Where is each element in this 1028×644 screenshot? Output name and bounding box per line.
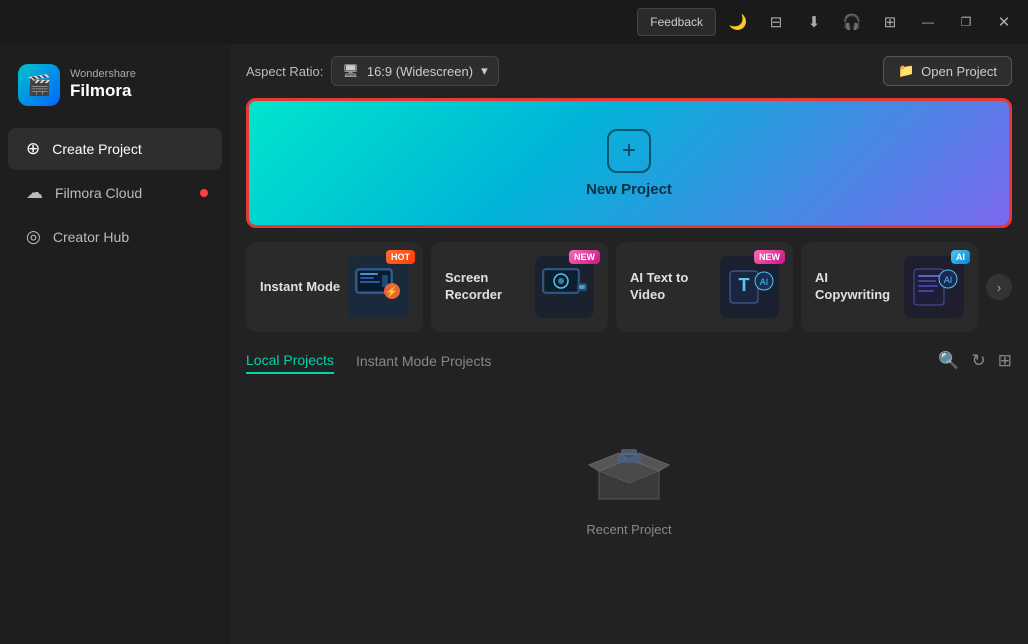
instant-mode-img: ⚡ <box>347 256 409 318</box>
svg-text:T: T <box>738 275 749 295</box>
tab-instant-mode-projects[interactable]: Instant Mode Projects <box>356 349 491 373</box>
tool-card-ai-copywriting[interactable]: AI Copywriting AI AI <box>801 242 978 332</box>
open-project-button[interactable]: 📁 Open Project <box>883 56 1012 86</box>
ai-text-video-img: T AI <box>720 256 779 318</box>
theme-toggle-icon[interactable]: 🌙 <box>722 6 754 38</box>
grid-view-icon[interactable]: ⊞ <box>998 351 1012 371</box>
close-button[interactable]: ✕ <box>988 6 1020 38</box>
screen-recorder-img <box>535 256 594 318</box>
projects-tabs: Local Projects Instant Mode Projects 🔍 ↻… <box>246 348 1012 374</box>
monitor-icon: 🖥 <box>342 63 359 79</box>
sidebar: 🎬 Wondershare Filmora ⊕ Create Project ☁… <box>0 44 230 644</box>
notification-dot <box>200 189 208 197</box>
download-icon[interactable]: ⬇ <box>798 6 830 38</box>
empty-label: Recent Project <box>586 522 671 537</box>
top-bar: Aspect Ratio: 🖥 16:9 (Widescreen) ▾ 📁 Op… <box>246 56 1012 86</box>
tool-name: Screen Recorder <box>445 270 535 304</box>
folder-icon: 📁 <box>898 63 914 79</box>
refresh-icon[interactable]: ↻ <box>972 351 986 371</box>
sidebar-item-filmora-cloud[interactable]: ☁ Filmora Cloud <box>8 172 222 214</box>
tab-local-projects[interactable]: Local Projects <box>246 348 334 374</box>
sidebar-item-creator-hub[interactable]: ◎ Creator Hub <box>8 216 222 258</box>
grid-icon[interactable]: ⊞ <box>874 6 906 38</box>
ai-copywriting-img: AI <box>904 256 964 318</box>
sidebar-item-label: Creator Hub <box>53 229 129 245</box>
tool-name: AI Text to Video <box>630 270 720 304</box>
main-content: Aspect Ratio: 🖥 16:9 (Widescreen) ▾ 📁 Op… <box>230 44 1028 644</box>
aspect-ratio-value: 16:9 (Widescreen) <box>367 64 473 79</box>
support-icon[interactable]: 🎧 <box>836 6 868 38</box>
new-project-plus-icon: + <box>607 129 651 173</box>
svg-text:AI: AI <box>759 277 768 287</box>
aspect-ratio-group: Aspect Ratio: 🖥 16:9 (Widescreen) ▾ <box>246 56 499 86</box>
logo-icon: 🎬 <box>18 64 60 106</box>
search-icon[interactable]: 🔍 <box>938 351 959 371</box>
svg-text:AI: AI <box>944 275 953 285</box>
tool-badge-new: NEW <box>569 250 600 264</box>
feedback-button[interactable]: Feedback <box>637 8 716 36</box>
sidebar-logo: 🎬 Wondershare Filmora <box>0 54 230 126</box>
aspect-ratio-dropdown[interactable]: 🖥 16:9 (Widescreen) ▾ <box>331 56 498 86</box>
svg-text:⚡: ⚡ <box>386 285 398 298</box>
sidebar-item-label: Filmora Cloud <box>55 185 142 201</box>
tool-badge-hot: HOT <box>386 250 415 264</box>
minimize-button[interactable]: — <box>912 6 944 38</box>
brand-name: Filmora <box>70 81 136 101</box>
cloud-icon: ☁ <box>26 183 43 203</box>
new-project-inner: + New Project <box>586 129 672 198</box>
sidebar-item-create-project[interactable]: ⊕ Create Project <box>8 128 222 170</box>
new-project-banner[interactable]: + New Project <box>246 98 1012 228</box>
screen-icon[interactable]: ⊟ <box>760 6 792 38</box>
tool-card-instant-mode[interactable]: Instant Mode HOT ⚡ <box>246 242 423 332</box>
projects-section: Local Projects Instant Mode Projects 🔍 ↻… <box>246 348 1012 537</box>
create-project-icon: ⊕ <box>26 139 40 159</box>
new-project-label: New Project <box>586 181 672 198</box>
tools-row: Instant Mode HOT ⚡ Screen R <box>246 242 1012 332</box>
logo-text: Wondershare Filmora <box>70 68 136 102</box>
sidebar-item-label: Create Project <box>52 141 141 157</box>
maximize-button[interactable]: ❐ <box>950 6 982 38</box>
titlebar: Feedback 🌙 ⊟ ⬇ 🎧 ⊞ — ❐ ✕ <box>0 0 1028 44</box>
tool-badge-new2: NEW <box>754 250 785 264</box>
brand-top: Wondershare <box>70 68 136 81</box>
tab-actions: 🔍 ↻ ⊞ <box>938 351 1012 371</box>
tools-scroll-next[interactable]: › <box>986 274 1012 300</box>
chevron-down-icon: ▾ <box>481 63 488 79</box>
tool-badge-ai: AI <box>951 250 970 264</box>
tool-name: AI Copywriting <box>815 270 904 304</box>
tool-card-ai-text-video[interactable]: AI Text to Video NEW T AI <box>616 242 793 332</box>
aspect-ratio-label: Aspect Ratio: <box>246 64 323 79</box>
empty-state: Recent Project <box>246 390 1012 537</box>
tool-name: Instant Mode <box>260 279 340 296</box>
creator-hub-icon: ◎ <box>26 227 41 247</box>
app-body: 🎬 Wondershare Filmora ⊕ Create Project ☁… <box>0 44 1028 644</box>
empty-box-icon <box>579 420 679 510</box>
tool-card-screen-recorder[interactable]: Screen Recorder NEW <box>431 242 608 332</box>
